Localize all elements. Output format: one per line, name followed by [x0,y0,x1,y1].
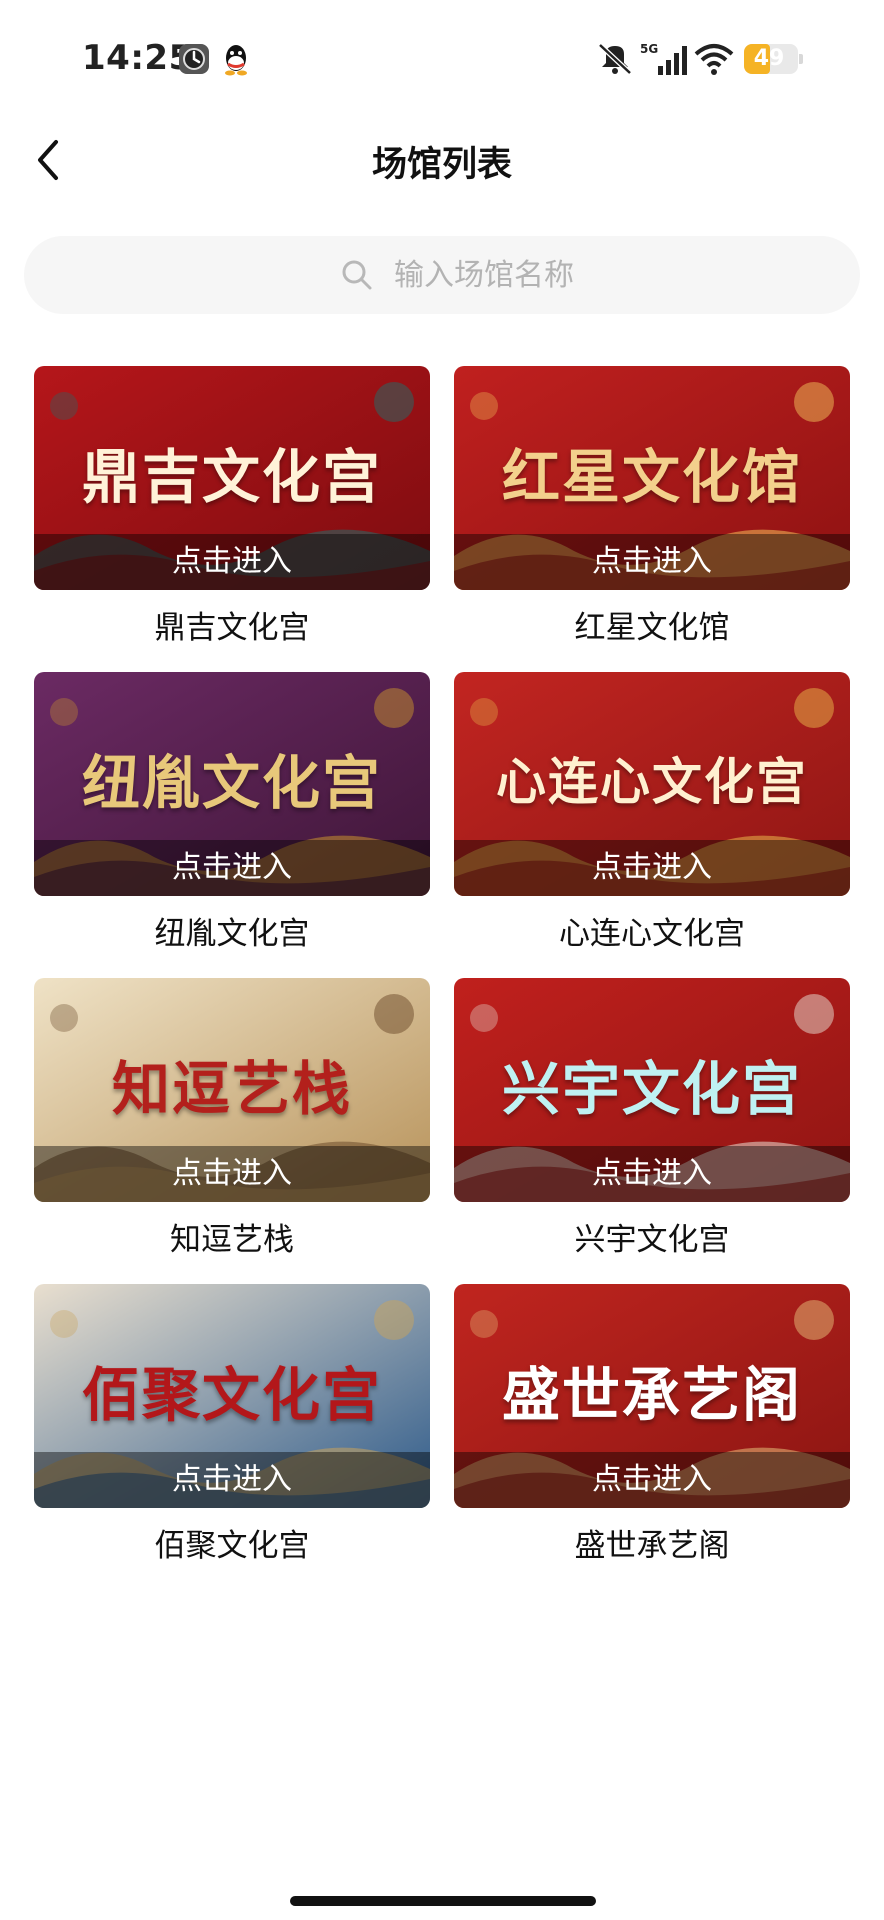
qq-icon [225,45,247,76]
venue-name: 知逗艺栈 [170,1222,294,1258]
venue-banner-title: 佰聚文化宫 [81,1361,382,1429]
venue-name: 纽胤文化宫 [154,916,310,952]
status-bar: 14:25 5G 49 [0,0,884,110]
venue-banner[interactable]: 纽胤文化宫 点击进入 [34,672,430,896]
enter-button[interactable]: 点击进入 [454,534,850,590]
enter-button[interactable]: 点击进入 [34,1452,430,1508]
venue-banner[interactable]: 红星文化馆 点击进入 [454,366,850,590]
venue-card[interactable]: 兴宇文化宫 点击进入 兴宇文化宫 [454,978,850,1259]
venue-card[interactable]: 心连心文化宫 点击进入 心连心文化宫 [454,672,850,953]
wifi-icon [694,44,734,75]
page-title: 场馆列表 [371,145,512,185]
venue-banner-title: 盛世承艺阁 [501,1361,802,1429]
venue-name: 盛世承艺阁 [574,1528,730,1564]
venue-banner-title: 鼎吉文化宫 [81,443,382,511]
venue-card[interactable]: 红星文化馆 点击进入 红星文化馆 [454,366,850,647]
home-indicator[interactable] [290,1896,596,1906]
venue-banner[interactable]: 兴宇文化宫 点击进入 [454,978,850,1202]
enter-button[interactable]: 点击进入 [454,1452,850,1508]
venue-banner[interactable]: 盛世承艺阁 点击进入 [454,1284,850,1508]
enter-button[interactable]: 点击进入 [34,1146,430,1202]
venue-banner-title: 知逗艺栈 [111,1055,352,1123]
venue-card[interactable]: 知逗艺栈 点击进入 知逗艺栈 [34,978,430,1259]
enter-button[interactable]: 点击进入 [454,1146,850,1202]
venue-name: 红星文化馆 [574,610,730,646]
venue-card[interactable]: 佰聚文化宫 点击进入 佰聚文化宫 [34,1284,430,1565]
signal-5g-icon: 5G [640,42,687,75]
venue-banner-title: 兴宇文化宫 [501,1055,802,1123]
venue-card[interactable]: 鼎吉文化宫 点击进入 鼎吉文化宫 [34,366,430,647]
battery-level-text: 49 [753,46,785,71]
venue-banner[interactable]: 鼎吉文化宫 点击进入 [34,366,430,590]
enter-button[interactable]: 点击进入 [454,840,850,896]
venue-name: 佰聚文化宫 [154,1528,310,1564]
venue-card[interactable]: 纽胤文化宫 点击进入 纽胤文化宫 [34,672,430,953]
enter-button[interactable]: 点击进入 [34,840,430,896]
clock-icon [179,44,209,74]
venue-name: 兴宇文化宫 [574,1222,730,1258]
venue-banner[interactable]: 心连心文化宫 点击进入 [454,672,850,896]
venue-banner[interactable]: 佰聚文化宫 点击进入 [34,1284,430,1508]
venue-banner-title: 红星文化馆 [501,443,802,511]
search-icon [342,260,372,290]
search-input[interactable] [394,250,814,300]
network-label: 5G [640,42,658,56]
venue-name: 心连心文化宫 [559,916,745,952]
mute-icon [598,43,632,75]
venue-banner-title: 纽胤文化宫 [81,749,382,817]
venue-card[interactable]: 盛世承艺阁 点击进入 盛世承艺阁 [454,1284,850,1565]
venue-banner-title: 心连心文化宫 [496,752,808,811]
search-bar[interactable] [24,236,860,314]
venue-name: 鼎吉文化宫 [154,610,310,646]
battery-icon: 49 [744,44,803,74]
enter-button[interactable]: 点击进入 [34,534,430,590]
status-time: 14:25 [82,38,193,78]
venue-banner[interactable]: 知逗艺栈 点击进入 [34,978,430,1202]
page-header: 场馆列表 [0,120,884,200]
